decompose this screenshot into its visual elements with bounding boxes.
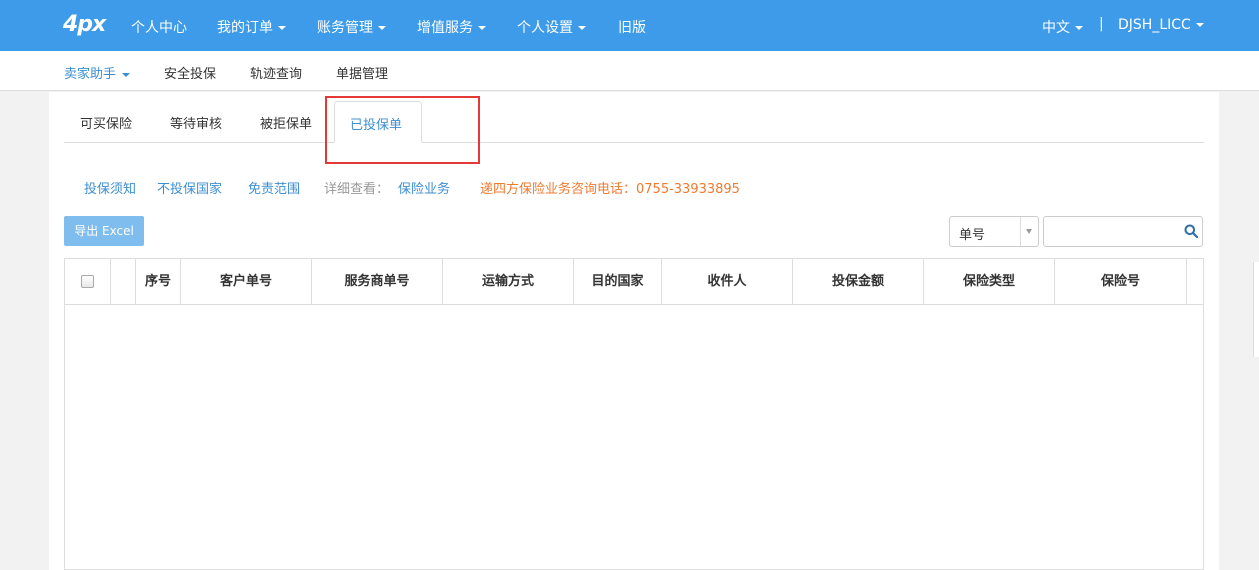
col-header-recipient[interactable]: 收件人 bbox=[662, 259, 793, 304]
exemption-scope-link[interactable]: 免责范围 bbox=[248, 178, 300, 197]
table-header-cell bbox=[111, 259, 136, 304]
nav-old-version[interactable]: 旧版 bbox=[618, 17, 646, 37]
select-divider bbox=[1020, 217, 1021, 246]
excluded-countries-link[interactable]: 不投保国家 bbox=[157, 178, 222, 197]
username: DJSH_LICC bbox=[1118, 17, 1191, 33]
tab-rejected-policies[interactable]: 被拒保单 bbox=[260, 113, 312, 132]
nav-label: 个人中心 bbox=[131, 20, 187, 36]
subnav-safe-insure[interactable]: 安全投保 bbox=[164, 63, 216, 82]
caret-down-icon bbox=[478, 26, 486, 30]
subnav-document-management[interactable]: 单据管理 bbox=[336, 63, 388, 82]
user-menu[interactable]: DJSH_LICC bbox=[1118, 17, 1204, 33]
detail-label: 详细查看： bbox=[324, 182, 390, 197]
insurance-notice-link[interactable]: 投保须知 bbox=[84, 178, 136, 197]
search-box bbox=[1043, 216, 1203, 247]
caret-down-icon bbox=[378, 26, 386, 30]
highlight-box bbox=[325, 96, 480, 164]
hotline-text: 递四方保险业务咨询电话：0755-33933895 bbox=[480, 182, 740, 197]
dropdown-arrow-icon bbox=[1026, 229, 1032, 234]
caret-down-icon bbox=[578, 26, 586, 30]
select-all-checkbox[interactable] bbox=[81, 275, 94, 288]
language-label: 中文 bbox=[1042, 20, 1070, 36]
nav-label: 个人设置 bbox=[517, 20, 573, 36]
table-header: 序号 客户单号 服务商单号 运输方式 目的国家 收件人 投保金额 保险类型 保险… bbox=[65, 259, 1203, 305]
top-navbar: 4px 个人中心 我的订单 账务管理 增值服务 个人设置 旧版 中文 | DJS… bbox=[0, 0, 1259, 51]
search-icon[interactable] bbox=[1184, 224, 1198, 238]
caret-down-icon bbox=[1195, 23, 1204, 27]
select-all-cell bbox=[65, 259, 111, 304]
tabs-divider bbox=[64, 142, 1204, 143]
col-header-index[interactable]: 序号 bbox=[136, 259, 181, 304]
side-floating-tab[interactable] bbox=[1253, 262, 1259, 357]
col-header-insurance-type[interactable]: 保险类型 bbox=[924, 259, 1055, 304]
col-header-customer-no[interactable]: 客户单号 bbox=[181, 259, 312, 304]
nav-personal-center[interactable]: 个人中心 bbox=[131, 17, 187, 37]
col-header-destination[interactable]: 目的国家 bbox=[574, 259, 662, 304]
col-header-shipping-method[interactable]: 运输方式 bbox=[443, 259, 574, 304]
col-header-provider-no[interactable]: 服务商单号 bbox=[312, 259, 443, 304]
nav-personal-settings[interactable]: 个人设置 bbox=[517, 17, 586, 37]
subnav-label: 卖家助手 bbox=[64, 67, 117, 82]
search-field-select[interactable]: 单号 bbox=[949, 216, 1039, 247]
insurance-business-link[interactable]: 保险业务 bbox=[398, 178, 450, 197]
col-header-insured-amount[interactable]: 投保金额 bbox=[793, 259, 924, 304]
language-dropdown[interactable]: 中文 bbox=[1042, 17, 1083, 37]
brand-logo[interactable]: 4px bbox=[63, 12, 106, 37]
nav-separator: | bbox=[1099, 16, 1104, 32]
sub-navbar: 卖家助手 安全投保 轨迹查询 单据管理 bbox=[0, 51, 1259, 91]
tab-purchasable-insurance[interactable]: 可买保险 bbox=[80, 113, 132, 132]
nav-my-orders[interactable]: 我的订单 bbox=[217, 17, 286, 37]
col-header-policy-no[interactable]: 保险号 bbox=[1055, 259, 1187, 304]
nav-label: 增值服务 bbox=[417, 20, 473, 36]
subnav-track-query[interactable]: 轨迹查询 bbox=[250, 63, 302, 82]
nav-label: 账务管理 bbox=[317, 20, 373, 36]
nav-accounts[interactable]: 账务管理 bbox=[317, 17, 386, 37]
nav-value-added[interactable]: 增值服务 bbox=[417, 17, 486, 37]
nav-label: 我的订单 bbox=[217, 20, 273, 36]
export-excel-button[interactable]: 导出 Excel bbox=[64, 216, 144, 246]
nav-label: 旧版 bbox=[618, 20, 646, 36]
caret-down-icon bbox=[278, 26, 286, 30]
tab-pending-review[interactable]: 等待审核 bbox=[170, 113, 222, 132]
subnav-seller-assistant[interactable]: 卖家助手 bbox=[64, 63, 131, 82]
caret-down-icon bbox=[1075, 26, 1083, 30]
select-value: 单号 bbox=[959, 228, 986, 243]
caret-down-icon bbox=[122, 72, 131, 77]
policies-table: 序号 客户单号 服务商单号 运输方式 目的国家 收件人 投保金额 保险类型 保险… bbox=[64, 258, 1204, 570]
search-input[interactable] bbox=[1046, 219, 1174, 244]
